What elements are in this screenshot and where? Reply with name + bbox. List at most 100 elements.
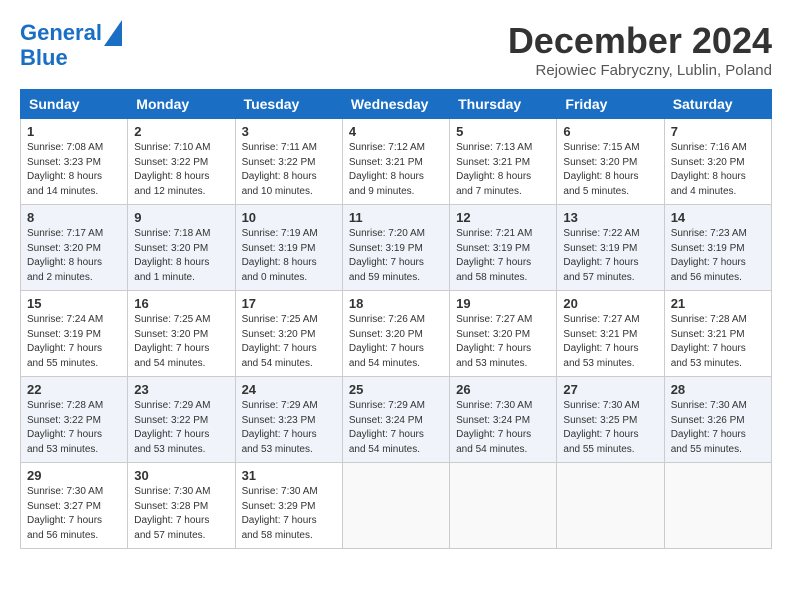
calendar-day-cell: 24 Sunrise: 7:29 AM Sunset: 3:23 PM Dayl… [235,377,342,463]
day-number: 17 [242,296,336,311]
day-number: 7 [671,124,765,139]
calendar-day-cell [450,463,557,549]
calendar-week-row: 15 Sunrise: 7:24 AM Sunset: 3:19 PM Dayl… [21,291,772,377]
calendar-day-cell [664,463,771,549]
calendar-day-cell: 16 Sunrise: 7:25 AM Sunset: 3:20 PM Dayl… [128,291,235,377]
day-info: Sunrise: 7:17 AM Sunset: 3:20 PM Dayligh… [27,227,121,285]
day-number: 28 [671,382,765,397]
header-day-friday: Friday [557,90,664,119]
day-number: 30 [134,468,228,483]
day-info: Sunrise: 7:19 AM Sunset: 3:19 PM Dayligh… [242,227,336,285]
calendar-day-cell: 18 Sunrise: 7:26 AM Sunset: 3:20 PM Dayl… [342,291,449,377]
calendar-day-cell: 10 Sunrise: 7:19 AM Sunset: 3:19 PM Dayl… [235,205,342,291]
day-info: Sunrise: 7:27 AM Sunset: 3:21 PM Dayligh… [563,313,657,371]
calendar-table: SundayMondayTuesdayWednesdayThursdayFrid… [20,89,772,549]
day-number: 14 [671,210,765,225]
logo: General Blue [20,20,122,70]
calendar-day-cell: 29 Sunrise: 7:30 AM Sunset: 3:27 PM Dayl… [21,463,128,549]
day-info: Sunrise: 7:12 AM Sunset: 3:21 PM Dayligh… [349,141,443,199]
day-info: Sunrise: 7:22 AM Sunset: 3:19 PM Dayligh… [563,227,657,285]
calendar-day-cell: 4 Sunrise: 7:12 AM Sunset: 3:21 PM Dayli… [342,119,449,205]
calendar-week-row: 1 Sunrise: 7:08 AM Sunset: 3:23 PM Dayli… [21,119,772,205]
day-info: Sunrise: 7:26 AM Sunset: 3:20 PM Dayligh… [349,313,443,371]
calendar-day-cell: 3 Sunrise: 7:11 AM Sunset: 3:22 PM Dayli… [235,119,342,205]
calendar-day-cell: 2 Sunrise: 7:10 AM Sunset: 3:22 PM Dayli… [128,119,235,205]
day-info: Sunrise: 7:13 AM Sunset: 3:21 PM Dayligh… [456,141,550,199]
header-day-sunday: Sunday [21,90,128,119]
day-number: 9 [134,210,228,225]
calendar-day-cell: 5 Sunrise: 7:13 AM Sunset: 3:21 PM Dayli… [450,119,557,205]
day-number: 10 [242,210,336,225]
day-info: Sunrise: 7:30 AM Sunset: 3:25 PM Dayligh… [563,399,657,457]
day-info: Sunrise: 7:20 AM Sunset: 3:19 PM Dayligh… [349,227,443,285]
logo-icon [104,20,122,46]
calendar-header-row: SundayMondayTuesdayWednesdayThursdayFrid… [21,90,772,119]
day-number: 12 [456,210,550,225]
day-info: Sunrise: 7:29 AM Sunset: 3:24 PM Dayligh… [349,399,443,457]
day-number: 19 [456,296,550,311]
day-info: Sunrise: 7:30 AM Sunset: 3:24 PM Dayligh… [456,399,550,457]
day-info: Sunrise: 7:30 AM Sunset: 3:28 PM Dayligh… [134,485,228,543]
day-info: Sunrise: 7:15 AM Sunset: 3:20 PM Dayligh… [563,141,657,199]
day-info: Sunrise: 7:18 AM Sunset: 3:20 PM Dayligh… [134,227,228,285]
calendar-day-cell: 11 Sunrise: 7:20 AM Sunset: 3:19 PM Dayl… [342,205,449,291]
day-info: Sunrise: 7:21 AM Sunset: 3:19 PM Dayligh… [456,227,550,285]
calendar-day-cell: 9 Sunrise: 7:18 AM Sunset: 3:20 PM Dayli… [128,205,235,291]
calendar-day-cell: 22 Sunrise: 7:28 AM Sunset: 3:22 PM Dayl… [21,377,128,463]
day-number: 24 [242,382,336,397]
calendar-day-cell: 31 Sunrise: 7:30 AM Sunset: 3:29 PM Dayl… [235,463,342,549]
day-number: 11 [349,210,443,225]
day-info: Sunrise: 7:08 AM Sunset: 3:23 PM Dayligh… [27,141,121,199]
calendar-day-cell: 19 Sunrise: 7:27 AM Sunset: 3:20 PM Dayl… [450,291,557,377]
day-number: 13 [563,210,657,225]
day-info: Sunrise: 7:10 AM Sunset: 3:22 PM Dayligh… [134,141,228,199]
day-number: 23 [134,382,228,397]
calendar-day-cell: 26 Sunrise: 7:30 AM Sunset: 3:24 PM Dayl… [450,377,557,463]
header-day-monday: Monday [128,90,235,119]
day-number: 18 [349,296,443,311]
calendar-day-cell: 25 Sunrise: 7:29 AM Sunset: 3:24 PM Dayl… [342,377,449,463]
day-number: 26 [456,382,550,397]
calendar-day-cell [342,463,449,549]
logo-text: General [20,21,102,45]
day-number: 27 [563,382,657,397]
month-title: December 2024 [508,20,772,62]
header-day-tuesday: Tuesday [235,90,342,119]
header-day-thursday: Thursday [450,90,557,119]
day-number: 1 [27,124,121,139]
calendar-week-row: 22 Sunrise: 7:28 AM Sunset: 3:22 PM Dayl… [21,377,772,463]
calendar-day-cell [557,463,664,549]
calendar-day-cell: 30 Sunrise: 7:30 AM Sunset: 3:28 PM Dayl… [128,463,235,549]
calendar-day-cell: 13 Sunrise: 7:22 AM Sunset: 3:19 PM Dayl… [557,205,664,291]
calendar-day-cell: 14 Sunrise: 7:23 AM Sunset: 3:19 PM Dayl… [664,205,771,291]
calendar-day-cell: 8 Sunrise: 7:17 AM Sunset: 3:20 PM Dayli… [21,205,128,291]
calendar-day-cell: 27 Sunrise: 7:30 AM Sunset: 3:25 PM Dayl… [557,377,664,463]
page-header: General Blue December 2024 Rejowiec Fabr… [20,20,772,79]
calendar-day-cell: 7 Sunrise: 7:16 AM Sunset: 3:20 PM Dayli… [664,119,771,205]
day-info: Sunrise: 7:30 AM Sunset: 3:27 PM Dayligh… [27,485,121,543]
title-area: December 2024 Rejowiec Fabryczny, Lublin… [508,20,772,79]
day-info: Sunrise: 7:29 AM Sunset: 3:22 PM Dayligh… [134,399,228,457]
day-number: 25 [349,382,443,397]
day-info: Sunrise: 7:23 AM Sunset: 3:19 PM Dayligh… [671,227,765,285]
calendar-day-cell: 23 Sunrise: 7:29 AM Sunset: 3:22 PM Dayl… [128,377,235,463]
day-info: Sunrise: 7:30 AM Sunset: 3:26 PM Dayligh… [671,399,765,457]
day-number: 2 [134,124,228,139]
calendar-day-cell: 6 Sunrise: 7:15 AM Sunset: 3:20 PM Dayli… [557,119,664,205]
day-info: Sunrise: 7:16 AM Sunset: 3:20 PM Dayligh… [671,141,765,199]
calendar-day-cell: 20 Sunrise: 7:27 AM Sunset: 3:21 PM Dayl… [557,291,664,377]
day-number: 20 [563,296,657,311]
day-number: 29 [27,468,121,483]
day-info: Sunrise: 7:30 AM Sunset: 3:29 PM Dayligh… [242,485,336,543]
day-info: Sunrise: 7:27 AM Sunset: 3:20 PM Dayligh… [456,313,550,371]
day-info: Sunrise: 7:28 AM Sunset: 3:22 PM Dayligh… [27,399,121,457]
header-day-saturday: Saturday [664,90,771,119]
day-number: 21 [671,296,765,311]
day-info: Sunrise: 7:24 AM Sunset: 3:19 PM Dayligh… [27,313,121,371]
day-info: Sunrise: 7:11 AM Sunset: 3:22 PM Dayligh… [242,141,336,199]
calendar-day-cell: 15 Sunrise: 7:24 AM Sunset: 3:19 PM Dayl… [21,291,128,377]
day-number: 5 [456,124,550,139]
day-info: Sunrise: 7:25 AM Sunset: 3:20 PM Dayligh… [242,313,336,371]
calendar-week-row: 29 Sunrise: 7:30 AM Sunset: 3:27 PM Dayl… [21,463,772,549]
calendar-day-cell: 28 Sunrise: 7:30 AM Sunset: 3:26 PM Dayl… [664,377,771,463]
